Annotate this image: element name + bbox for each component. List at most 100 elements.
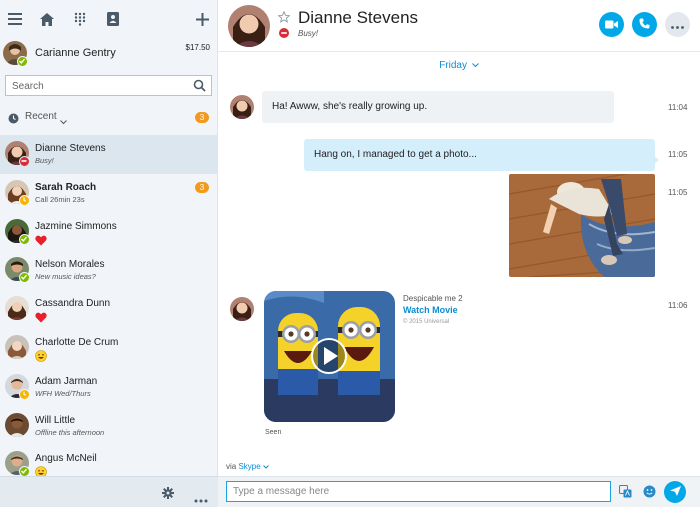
via-prefix: via bbox=[226, 462, 237, 471]
contact-item-dianne-stevens[interactable]: Dianne Stevens Busy! bbox=[0, 135, 218, 174]
contact-name: Will Little bbox=[35, 414, 76, 426]
chevron-down-icon bbox=[60, 112, 67, 130]
away-status-icon bbox=[19, 194, 30, 206]
contact-mood: Busy! bbox=[35, 156, 54, 165]
chevron-down-icon bbox=[471, 63, 479, 68]
contact-item-sarah-roach[interactable]: Sarah Roach Call 26min 23s 3 bbox=[0, 174, 218, 213]
menu-icon[interactable] bbox=[6, 10, 24, 28]
contact-item-adam-jarman[interactable]: Adam Jarman WFH Wed/Thurs bbox=[0, 368, 218, 407]
video-camera-icon bbox=[605, 16, 618, 34]
translate-icon[interactable] bbox=[618, 484, 633, 499]
conversation-header: Dianne Stevens Busy! bbox=[218, 0, 700, 52]
skype-credit[interactable]: $17.50 bbox=[186, 43, 210, 52]
unread-badge: 3 bbox=[195, 181, 209, 193]
via-service[interactable]: Skype bbox=[238, 462, 260, 471]
contact-name: Angus McNeil bbox=[35, 453, 97, 465]
recent-filter[interactable]: Recent 3 bbox=[0, 107, 218, 127]
search-box[interactable] bbox=[5, 75, 212, 96]
plus-icon[interactable] bbox=[193, 10, 211, 28]
message-time: 11:04 bbox=[668, 103, 688, 112]
avatar bbox=[5, 296, 29, 321]
phone-icon bbox=[639, 16, 650, 34]
contact-item-cassandra-dunn[interactable]: Cassandra Dunn bbox=[0, 290, 218, 329]
online-status-icon bbox=[17, 56, 28, 67]
sender-avatar[interactable] bbox=[230, 95, 254, 119]
contact-item-charlotte-de-crum[interactable]: Charlotte De Crum bbox=[0, 329, 218, 368]
sender-avatar[interactable] bbox=[230, 297, 254, 321]
more-icon bbox=[671, 16, 684, 34]
my-name: Carianne Gentry bbox=[35, 47, 116, 59]
recent-label: Recent bbox=[25, 111, 57, 122]
message-text: Ha! Awww, she's really growing up. bbox=[272, 101, 428, 112]
bubble-tail-icon bbox=[654, 151, 659, 169]
audio-call-button[interactable] bbox=[632, 12, 657, 37]
contact-name: Sarah Roach bbox=[35, 181, 97, 193]
contacts-book-icon[interactable] bbox=[104, 10, 122, 28]
more-icon[interactable] bbox=[194, 490, 208, 507]
video-call-button[interactable] bbox=[599, 12, 624, 37]
heart-emoticon-icon bbox=[35, 233, 47, 246]
sidebar-footer bbox=[0, 476, 218, 507]
outgoing-message-bubble[interactable]: Hang on, I managed to get a photo... bbox=[304, 139, 655, 171]
contact-name: Nelson Morales bbox=[35, 259, 105, 271]
my-profile-row[interactable]: Carianne Gentry $17.50 bbox=[0, 38, 218, 70]
message-text: Hang on, I managed to get a photo... bbox=[314, 149, 477, 160]
busy-status-icon bbox=[279, 28, 289, 38]
contact-mood: New music ideas? bbox=[35, 272, 96, 282]
busy-status-icon bbox=[19, 156, 30, 167]
incoming-message-bubble[interactable]: Ha! Awww, she's really growing up. bbox=[262, 91, 614, 123]
sidebar-toolbar bbox=[0, 0, 218, 38]
chevron-down-icon bbox=[263, 465, 269, 469]
search-icon[interactable] bbox=[193, 79, 206, 92]
day-separator[interactable]: Friday bbox=[218, 60, 700, 71]
shared-photo[interactable] bbox=[509, 174, 655, 277]
conversation-title: Dianne Stevens bbox=[298, 8, 419, 27]
favorite-star-icon[interactable] bbox=[277, 10, 291, 23]
gear-icon[interactable] bbox=[162, 486, 174, 504]
avatar bbox=[5, 412, 29, 437]
contact-name: Dianne Stevens bbox=[35, 143, 106, 154]
message-input[interactable] bbox=[226, 481, 611, 502]
message-time: 11:05 bbox=[668, 188, 688, 197]
movie-thumbnail[interactable] bbox=[264, 291, 395, 422]
contact-name: Adam Jarman bbox=[35, 375, 98, 387]
online-status-icon bbox=[19, 233, 30, 245]
away-status-icon bbox=[19, 388, 30, 400]
contact-call-info: Call 26min 23s bbox=[35, 194, 85, 204]
search-input[interactable] bbox=[12, 79, 187, 93]
movie-title: Despicable me 2 bbox=[403, 294, 463, 303]
movie-copyright: © 2015 Universal bbox=[403, 319, 450, 325]
message-time: 11:06 bbox=[668, 301, 688, 310]
via-service-selector[interactable]: via Skype bbox=[226, 462, 269, 471]
contact-name: Cassandra Dunn bbox=[35, 298, 111, 310]
recent-unread-badge: 3 bbox=[195, 112, 209, 123]
day-label: Friday bbox=[439, 60, 467, 71]
avatar bbox=[5, 334, 29, 359]
online-status-icon bbox=[19, 272, 30, 284]
conversation-more-button[interactable] bbox=[665, 12, 690, 37]
message-composer bbox=[218, 476, 700, 507]
contact-name: Charlotte De Crum bbox=[35, 336, 119, 348]
dialpad-icon[interactable] bbox=[71, 10, 89, 28]
contact-mood: WFH Wed/Thurs bbox=[35, 388, 91, 398]
sidebar: Carianne Gentry $17.50 Recent 3 Dianne S… bbox=[0, 0, 218, 507]
send-button[interactable] bbox=[664, 481, 686, 503]
contact-item-nelson-morales[interactable]: Nelson Morales New music ideas? bbox=[0, 251, 218, 290]
home-icon[interactable] bbox=[38, 10, 56, 28]
emoticon-icon[interactable] bbox=[642, 484, 657, 499]
contact-status-text: Busy! bbox=[298, 29, 319, 38]
contact-mood: Offline this afternoon bbox=[35, 427, 105, 437]
contact-list: Dianne Stevens Busy! Sarah Roach Call 26… bbox=[0, 135, 218, 484]
clock-icon bbox=[8, 111, 19, 129]
send-icon bbox=[669, 483, 681, 501]
contact-name: Jazmine Simmons bbox=[35, 220, 117, 232]
seen-receipt: Seen bbox=[265, 429, 282, 436]
message-list: Friday Ha! Awww, she's really growing up… bbox=[218, 52, 700, 460]
smile-emoticon-icon bbox=[35, 349, 47, 362]
message-time: 11:05 bbox=[668, 150, 688, 159]
heart-emoticon-icon bbox=[35, 310, 47, 323]
contact-item-will-little[interactable]: Will Little Offline this afternoon bbox=[0, 407, 218, 446]
watch-movie-link[interactable]: Watch Movie bbox=[403, 305, 458, 315]
contact-item-jazmine-simmons[interactable]: Jazmine Simmons bbox=[0, 213, 218, 252]
contact-avatar[interactable] bbox=[228, 5, 270, 47]
